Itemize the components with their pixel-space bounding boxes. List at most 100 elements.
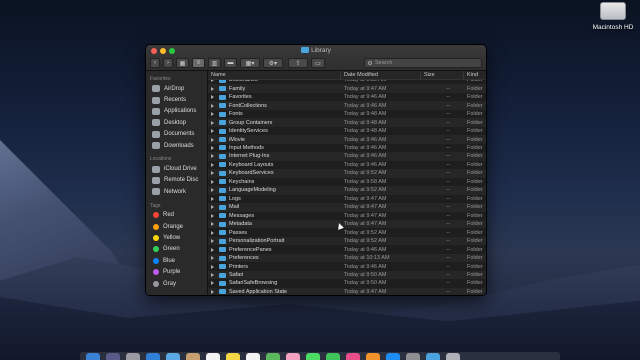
sidebar-item-airdrop[interactable]: AirDrop [146, 83, 207, 94]
contacts-icon[interactable] [186, 353, 200, 360]
table-row[interactable]: FontCollections Today at 9:46 AM -- Folder [208, 101, 486, 110]
sidebar-item-icloud-drive[interactable]: iCloud Drive [146, 163, 207, 174]
disclosure-triangle-icon[interactable] [211, 281, 214, 286]
sidebar-tag-yellow[interactable]: Yellow [146, 232, 207, 243]
disclosure-triangle-icon[interactable] [211, 80, 214, 83]
disclosure-triangle-icon[interactable] [211, 273, 214, 278]
sidebar-tag-blue[interactable]: Blue [146, 255, 207, 266]
table-row[interactable]: SafariSafeBrowsing Today at 9:50 AM -- Fold… [208, 279, 486, 287]
table-row[interactable]: Saved Application State Today at 9:47 AM -… [208, 287, 486, 295]
icon-view-button[interactable]: ▦ [176, 58, 189, 68]
notes-icon[interactable] [226, 353, 240, 360]
disclosure-triangle-icon[interactable] [211, 162, 214, 167]
disclosure-triangle-icon[interactable] [211, 112, 214, 117]
sidebar-item-documents[interactable]: Documents [146, 129, 207, 140]
reminders-icon[interactable] [246, 353, 260, 360]
table-row[interactable]: Logs Today at 9:47 AM -- Folder [208, 195, 486, 203]
forward-button[interactable]: › [163, 58, 173, 68]
sidebar-item-network[interactable]: Network [146, 186, 207, 197]
disclosure-triangle-icon[interactable] [211, 247, 214, 252]
sidebar-item-downloads[interactable]: Downloads [146, 140, 207, 151]
disclosure-triangle-icon[interactable] [211, 95, 214, 100]
itunes-icon[interactable] [346, 353, 360, 360]
disclosure-triangle-icon[interactable] [211, 264, 214, 269]
maps-icon[interactable] [266, 353, 280, 360]
table-row[interactable]: PreferencePanes Today at 9:46 AM -- Folder [208, 245, 486, 253]
column-view-button[interactable]: ▥ [208, 58, 221, 68]
disclosure-triangle-icon[interactable] [211, 222, 214, 227]
list-view-button[interactable]: ≡ [192, 58, 205, 68]
group-button[interactable]: ▦▾ [240, 58, 260, 68]
disclosure-triangle-icon[interactable] [211, 256, 214, 261]
disclosure-triangle-icon[interactable] [211, 213, 214, 218]
disclosure-triangle-icon[interactable] [211, 239, 214, 244]
calendar-icon[interactable] [206, 353, 220, 360]
disclosure-triangle-icon[interactable] [211, 196, 214, 201]
table-row[interactable]: Messages Today at 9:47 AM -- Folder [208, 212, 486, 220]
sidebar-tag-orange[interactable]: Orange [146, 221, 207, 232]
siri-icon[interactable] [106, 353, 120, 360]
table-row[interactable]: Keyboard Layouts Today at 9:46 AM -- Folder [208, 161, 486, 169]
back-button[interactable]: ‹ [150, 58, 160, 68]
table-row[interactable]: Input Methods Today at 9:46 AM -- Folder [208, 144, 486, 152]
disclosure-triangle-icon[interactable] [211, 205, 214, 210]
disclosure-triangle-icon[interactable] [211, 171, 214, 176]
disclosure-triangle-icon[interactable] [211, 289, 214, 294]
table-row[interactable]: Group Containers Today at 9:48 AM -- Folder [208, 118, 486, 127]
safari-icon[interactable] [146, 353, 160, 360]
macintosh-hd-desktop-icon[interactable]: Macintosh HD [588, 0, 638, 31]
sidebar-item-applications[interactable]: Applications [146, 106, 207, 117]
column-header-size[interactable]: Size [421, 71, 464, 79]
share-button[interactable]: ⇧ [288, 58, 308, 68]
sidebar-item-recents[interactable]: Recents [146, 94, 207, 105]
table-row[interactable]: Fonts Today at 9:48 AM -- Folder [208, 110, 486, 118]
disclosure-triangle-icon[interactable] [211, 120, 214, 125]
table-row[interactable]: Preferences Today at 10:13 AM -- Folder [208, 253, 486, 263]
sidebar-item-remote-disc[interactable]: Remote Disc [146, 175, 207, 186]
table-row[interactable]: Mail Today at 9:47 AM -- Folder [208, 203, 486, 212]
column-header-kind[interactable]: Kind [464, 71, 486, 79]
sidebar-item-desktop[interactable]: Desktop [146, 117, 207, 128]
table-row[interactable]: IdentityServices Today at 9:48 AM -- Folder [208, 127, 486, 135]
photos-icon[interactable] [286, 353, 300, 360]
table-row[interactable]: Metadata Today at 9:47 AM -- Folder [208, 219, 486, 229]
books-icon[interactable] [366, 353, 380, 360]
titlebar[interactable]: Library ‹ › ▦ ≡ ▥ ▬ ▦▾ ⚙▾ ⇧ ▭ Search [146, 45, 486, 71]
disclosure-triangle-icon[interactable] [211, 103, 214, 108]
folder-icon[interactable] [426, 353, 440, 360]
table-row[interactable]: Internet Plug-Ins Today at 9:46 AM -- Folde… [208, 152, 486, 161]
table-row[interactable]: LanguageModeling Today at 9:52 AM -- Folder [208, 186, 486, 195]
sidebar-tag-red[interactable]: Red [146, 210, 207, 221]
sidebar-tag-green[interactable]: Green [146, 244, 207, 255]
table-row[interactable]: Favorites Today at 9:46 AM -- Folder [208, 93, 486, 101]
table-row[interactable]: Printers Today at 9:46 AM -- Folder [208, 262, 486, 270]
table-row[interactable]: Keychains Today at 9:58 AM -- Folder [208, 178, 486, 186]
disclosure-triangle-icon[interactable] [211, 145, 214, 150]
mail-icon[interactable] [166, 353, 180, 360]
disclosure-triangle-icon[interactable] [211, 137, 214, 142]
sidebar-tag-purple[interactable]: Purple [146, 266, 207, 277]
appstore-icon[interactable] [386, 353, 400, 360]
launchpad-icon[interactable] [126, 353, 140, 360]
gallery-view-button[interactable]: ▬ [224, 58, 237, 68]
trash-icon[interactable] [446, 353, 460, 360]
table-row[interactable]: iMovie Today at 9:46 AM -- Folder [208, 135, 486, 144]
search-field[interactable]: Search [364, 58, 482, 68]
sidebar-tag-gray[interactable]: Gray [146, 278, 207, 289]
disclosure-triangle-icon[interactable] [211, 154, 214, 159]
disclosure-triangle-icon[interactable] [211, 188, 214, 193]
disclosure-triangle-icon[interactable] [211, 230, 214, 235]
disclosure-triangle-icon[interactable] [211, 129, 214, 134]
tags-button[interactable]: ▭ [311, 58, 325, 68]
table-row[interactable]: PersonalizationPortrait Today at 9:52 AM -… [208, 236, 486, 246]
table-row[interactable]: Safari Today at 9:50 AM -- Folder [208, 270, 486, 280]
table-row[interactable]: KeyboardServices Today at 9:52 AM -- Folder [208, 169, 486, 178]
facetime-icon[interactable] [326, 353, 340, 360]
messages-icon[interactable] [306, 353, 320, 360]
disclosure-triangle-icon[interactable] [211, 179, 214, 184]
action-button[interactable]: ⚙▾ [263, 58, 283, 68]
column-header-name[interactable]: Name [208, 71, 341, 79]
preferences-icon[interactable] [406, 353, 420, 360]
table-row[interactable]: Passes Today at 9:52 AM -- Folder [208, 228, 486, 236]
finder-window[interactable]: Library ‹ › ▦ ≡ ▥ ▬ ▦▾ ⚙▾ ⇧ ▭ Search Fav… [145, 44, 487, 296]
